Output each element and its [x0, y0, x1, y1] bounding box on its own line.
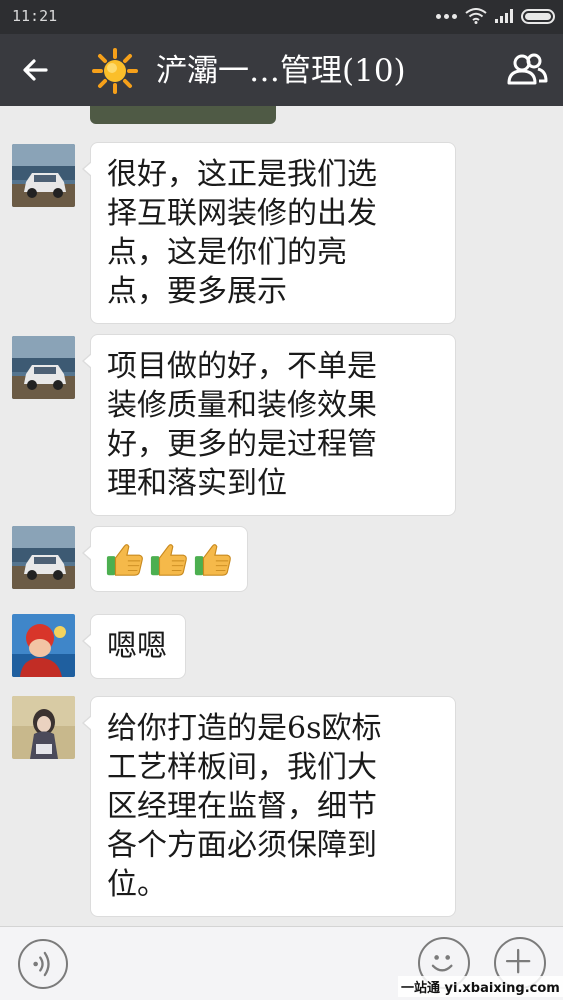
avatar-car[interactable]	[12, 526, 75, 589]
message-bubble[interactable]: 项目做的好，不单是 装修质量和装修效果 好，更多的是过程管 理和落实到位	[82, 334, 456, 516]
signal-icon	[495, 9, 513, 23]
watermark: 一站通 yi.xbaixing.com	[398, 976, 563, 997]
emoji-row	[105, 538, 233, 580]
avatar-car[interactable]	[12, 144, 75, 207]
more-dots-icon	[436, 13, 457, 19]
message-bubble[interactable]	[82, 526, 248, 592]
previous-image-message[interactable]	[90, 106, 276, 124]
group-members-icon[interactable]	[503, 50, 551, 90]
voice-icon[interactable]	[18, 939, 68, 989]
avatar-car[interactable]	[12, 336, 75, 399]
avatar-red-hat[interactable]	[12, 614, 75, 677]
message-text: 嗯嗯	[107, 629, 167, 664]
message-bubble[interactable]: 嗯嗯	[82, 614, 186, 679]
status-time: 11:21	[12, 7, 58, 25]
thumbs-up-icon	[150, 544, 187, 576]
battery-icon	[521, 8, 555, 24]
message-bubble[interactable]: 给你打造的是6s欧标 工艺样板间，我们大 区经理在监督，细节 各个方面必须保障到…	[82, 696, 456, 917]
message-text: 很好，这正是我们选 择互联网装修的出发 点，这是你们的亮 点，要多展示	[107, 157, 377, 309]
status-bar: 11:21	[0, 0, 563, 34]
status-icons	[436, 8, 555, 24]
message-text: 给你打造的是6s欧标 工艺样板间，我们大 区经理在监督，细节 各个方面必须保障到…	[107, 711, 382, 902]
thumbs-up-icon	[106, 544, 143, 576]
thumbs-up-icon	[194, 544, 231, 576]
chat-header: 浐灞一…管理(10)	[0, 34, 563, 106]
back-arrow-icon[interactable]	[16, 50, 56, 90]
sun-emoji-icon	[92, 48, 138, 94]
message-bubble[interactable]: 很好，这正是我们选 择互联网装修的出发 点，这是你们的亮 点，要多展示	[82, 142, 456, 324]
avatar-girl[interactable]	[12, 696, 75, 759]
wifi-icon	[465, 8, 487, 24]
chat-message-list[interactable]: 很好，这正是我们选 择互联网装修的出发 点，这是你们的亮 点，要多展示 项目做的…	[0, 106, 563, 926]
message-text: 项目做的好，不单是 装修质量和装修效果 好，更多的是过程管 理和落实到位	[107, 349, 377, 501]
chat-title[interactable]: 浐灞一…管理(10)	[156, 52, 406, 90]
